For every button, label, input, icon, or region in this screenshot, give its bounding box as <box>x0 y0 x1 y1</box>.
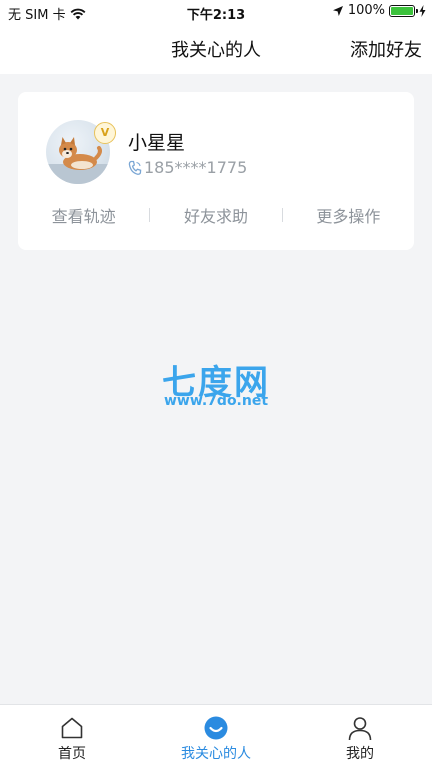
tab-mine[interactable]: 我的 <box>288 705 432 768</box>
status-bar: 无 SIM 卡 下午2:13 100% <box>0 0 432 24</box>
battery-level <box>391 6 413 15</box>
smile-icon <box>204 716 228 740</box>
nav-bar: 我关心的人 添加好友 <box>0 24 432 74</box>
location-arrow-icon <box>332 5 343 16</box>
battery-percent: 100% <box>347 3 385 18</box>
charging-bolt-icon <box>419 4 426 17</box>
user-icon <box>348 717 372 741</box>
friend-phone: 185****1775 <box>144 158 248 177</box>
battery-icon <box>389 4 418 17</box>
friend-card[interactable]: V 小星星 185****1775 查看轨迹 好友求助 更多操作 <box>18 92 414 250</box>
friend-actions: 查看轨迹 好友求助 更多操作 <box>18 200 414 230</box>
tab-mine-label: 我的 <box>346 746 374 762</box>
tab-care-people[interactable]: 我关心的人 <box>144 705 288 768</box>
watermark-url: www.7do.net <box>163 393 269 409</box>
more-actions-button[interactable]: 更多操作 <box>283 203 414 227</box>
status-right: 100% <box>332 3 426 18</box>
tab-home-label: 首页 <box>58 746 86 762</box>
tab-care-people-label: 我关心的人 <box>181 746 251 762</box>
friend-help-button[interactable]: 好友求助 <box>150 203 281 227</box>
friend-name: 小星星 <box>128 132 186 154</box>
home-icon <box>61 717 83 739</box>
vip-badge-icon: V <box>94 122 116 144</box>
add-friend-button[interactable]: 添加好友 <box>350 36 422 62</box>
tab-home[interactable]: 首页 <box>0 705 144 768</box>
view-track-button[interactable]: 查看轨迹 <box>18 203 149 227</box>
phone-icon <box>128 160 142 175</box>
tab-bar: 首页 我关心的人 我的 <box>0 704 432 768</box>
friend-phone-row: 185****1775 <box>128 158 247 177</box>
